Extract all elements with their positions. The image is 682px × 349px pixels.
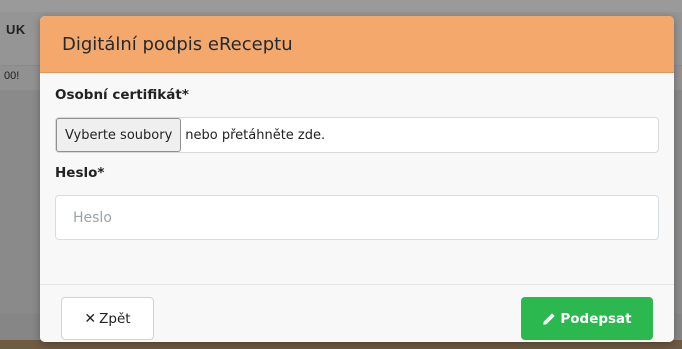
back-button[interactable]: ✕ Zpět (61, 297, 154, 340)
password-label: Heslo* (55, 165, 105, 181)
certificate-label: Osobní certifikát* (55, 87, 189, 103)
modal-header: Digitální podpis eReceptu (40, 16, 674, 73)
sign-button-label: Podepsat (560, 310, 632, 327)
esignature-modal: Digitální podpis eReceptu Osobní certifi… (40, 16, 674, 342)
sign-button[interactable]: Podepsat (521, 297, 653, 340)
password-input[interactable] (55, 195, 659, 240)
file-drop-hint: nebo přetáhněte zde. (185, 127, 326, 143)
modal-body: Osobní certifikát* Vyberte soubory nebo … (40, 73, 674, 284)
modal-footer: ✕ Zpět Podepsat (40, 284, 674, 342)
background-top-strip (0, 0, 682, 12)
background-header-text: UK (6, 22, 26, 37)
pencil-icon (543, 312, 556, 325)
choose-files-button[interactable]: Vyberte soubory (56, 118, 182, 152)
certificate-file-input[interactable]: Vyberte soubory nebo přetáhněte zde. (55, 117, 659, 153)
background-row-text: 00! (4, 70, 20, 82)
close-icon: ✕ (84, 310, 97, 327)
modal-title: Digitální podpis eReceptu (62, 33, 293, 55)
back-button-label: Zpět (99, 310, 131, 327)
